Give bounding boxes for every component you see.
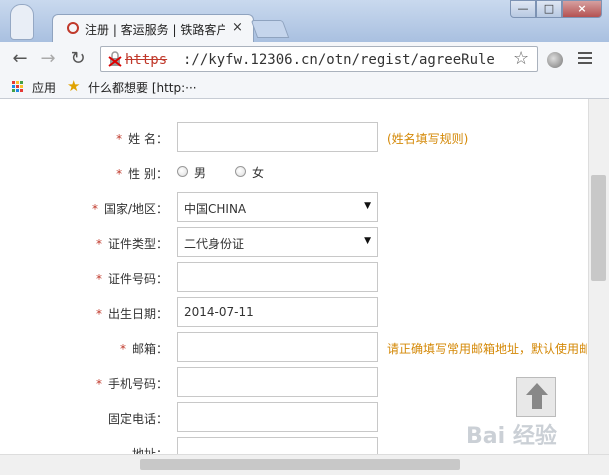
address-label: 地址： (131, 447, 168, 454)
phone-label: 固定电话： (107, 412, 168, 426)
insecure-lock-icon (108, 51, 122, 67)
country-label-text: 国家/地区： (103, 202, 168, 216)
required-mark: * (95, 237, 102, 251)
browser-window: 注册 | 客运服务 | 铁路客户服务中心 × — □ × ← → ↻ https… (0, 0, 609, 475)
address-bar[interactable]: https ://kyfw.12306.cn/otn/regist/agreeR… (100, 46, 538, 72)
name-label: * 姓 名： (116, 130, 168, 147)
country-row: * 国家/地区： 中国CHINA ▼ (0, 192, 588, 224)
id-number-input[interactable] (177, 262, 378, 292)
dropdown-arrow-icon: ▼ (364, 201, 371, 211)
railway-favicon-icon (67, 22, 79, 34)
user-profile-icon[interactable] (10, 4, 34, 40)
gender-male-radio[interactable] (177, 166, 188, 177)
required-mark: * (116, 132, 123, 146)
vertical-scroll-thumb[interactable] (591, 175, 606, 281)
mobile-input[interactable] (177, 367, 378, 397)
bookmark-item[interactable]: 什么都想要 [http:··· (88, 79, 197, 96)
id-type-row: * 证件类型： 二代身份证 ▼ (0, 227, 588, 259)
birth-date-input[interactable]: 2014-07-11 (177, 297, 378, 327)
title-bar: 注册 | 客运服务 | 铁路客户服务中心 × — □ × (0, 0, 609, 43)
up-arrow-icon (526, 383, 548, 395)
name-label-text: 姓 名： (128, 132, 168, 146)
bookmarks-bar: 应用 ★ 什么都想要 [http:··· (0, 76, 609, 99)
country-selected-value: 中国CHINA (184, 202, 247, 216)
page-content: * 姓 名： (姓名填写规则) * 性 别： 男 女 * 国家/地区： 中国CHINA… (0, 99, 588, 454)
url-path: ://kyfw.12306.cn/otn/regist/agreeRule (183, 52, 495, 68)
back-to-top-button[interactable] (516, 377, 556, 417)
birth-date-label-text: 出生日期： (107, 307, 168, 321)
birth-date-label: * 出生日期： (96, 305, 168, 322)
required-mark: * (95, 307, 102, 321)
id-type-select[interactable]: 二代身份证 ▼ (177, 227, 378, 257)
menu-icon[interactable] (578, 52, 592, 67)
tab-title: 注册 | 客运服务 | 铁路客户服务中心 (85, 23, 225, 37)
vertical-scrollbar[interactable] (588, 99, 609, 454)
birth-date-row: * 出生日期： 2014-07-11 (0, 297, 588, 329)
new-tab-button[interactable] (250, 20, 290, 38)
horizontal-scrollbar[interactable] (0, 454, 609, 475)
email-label-text: 邮箱： (131, 342, 168, 356)
minimize-button[interactable]: — (510, 0, 536, 18)
url-scheme: https (125, 52, 168, 68)
id-number-label: * 证件号码： (96, 270, 168, 287)
gender-row: * 性 别： 男 女 (0, 157, 588, 189)
email-row: * 邮箱： 请正确填写常用邮箱地址，默认使用邮 (0, 332, 588, 364)
id-type-label-text: 证件类型： (107, 237, 168, 251)
id-number-label-text: 证件号码： (107, 272, 168, 286)
required-mark: * (116, 167, 123, 181)
maximize-button[interactable]: □ (536, 0, 562, 18)
address-input[interactable] (177, 437, 378, 454)
required-mark: * (91, 202, 98, 216)
required-mark: * (95, 377, 102, 391)
email-label: * 邮箱： (120, 340, 168, 357)
bookmark-star-icon[interactable]: ☆ (513, 48, 529, 69)
reload-icon[interactable]: ↻ (66, 47, 90, 71)
country-select[interactable]: 中国CHINA ▼ (177, 192, 378, 222)
apps-bookmark-label[interactable]: 应用 (32, 79, 56, 96)
globe-extension-icon[interactable] (547, 52, 563, 68)
gender-male-label: 男 (194, 166, 207, 180)
name-rule-link[interactable]: (姓名填写规则) (387, 130, 468, 147)
phone-input[interactable] (177, 402, 378, 432)
dropdown-arrow-icon: ▼ (364, 236, 371, 246)
mobile-row: * 手机号码： (0, 367, 588, 399)
baidu-watermark: Bai 经验 (466, 424, 557, 449)
email-hint: 请正确填写常用邮箱地址，默认使用邮 (387, 342, 587, 356)
tab-register[interactable]: 注册 | 客运服务 | 铁路客户服务中心 × (52, 14, 254, 43)
gender-label-text: 性 别： (128, 167, 168, 181)
required-mark: * (119, 342, 126, 356)
mobile-label-text: 手机号码： (107, 377, 168, 391)
name-input[interactable] (177, 122, 378, 152)
id-type-selected-value: 二代身份证 (184, 237, 245, 251)
back-arrow-icon[interactable]: ← (8, 47, 32, 71)
up-arrow-stem (532, 395, 542, 409)
email-input[interactable] (177, 332, 378, 362)
gender-label: * 性 别： (116, 165, 168, 182)
mobile-label: * 手机号码： (96, 375, 168, 392)
horizontal-scroll-thumb[interactable] (140, 459, 460, 470)
required-mark: * (95, 272, 102, 286)
gender-female-radio[interactable] (235, 166, 246, 177)
id-type-label: * 证件类型： (96, 235, 168, 252)
name-row: * 姓 名： (姓名填写规则) (0, 122, 588, 154)
gender-female-label: 女 (252, 166, 265, 180)
id-number-row: * 证件号码： (0, 262, 588, 294)
tab-close-icon[interactable]: × (232, 20, 243, 35)
apps-grid-icon[interactable] (12, 81, 24, 93)
country-label: * 国家/地区： (92, 200, 168, 217)
close-window-button[interactable]: × (562, 0, 602, 18)
browser-toolbar: ← → ↻ https ://kyfw.12306.cn/otn/regist/… (0, 42, 609, 77)
forward-arrow-icon[interactable]: → (36, 47, 60, 71)
bookmark-star-icon: ★ (67, 77, 81, 95)
